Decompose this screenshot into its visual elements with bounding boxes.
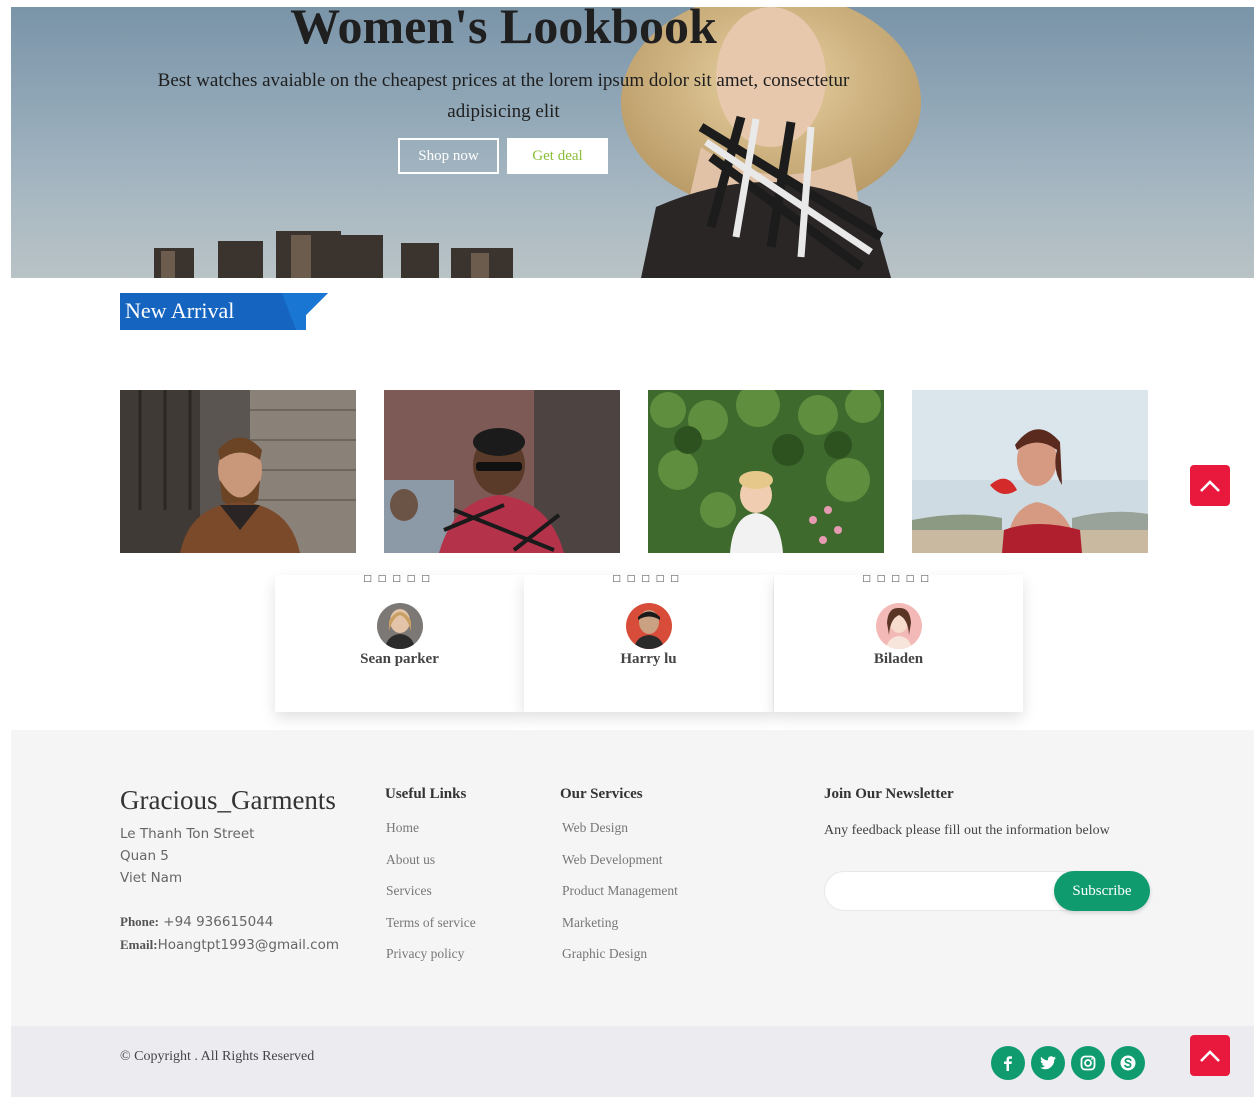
footer-link-services[interactable]: Services [386,883,432,899]
subscribe-button[interactable]: Subscribe [1054,871,1150,911]
scroll-top-button[interactable] [1190,1035,1230,1076]
product-card-1[interactable] [120,390,356,553]
email-value: Hoangtpt1993@gmail.com [157,937,340,953]
email-label: Email: [120,937,158,952]
testimonial-card-1: □□□□□ Sean parker [275,575,524,712]
product-image [120,390,356,553]
skype-button[interactable] [1111,1046,1145,1080]
address-line: Viet Nam [120,870,183,886]
product-image [648,390,884,553]
testimonial-name: Harry lu [620,651,677,667]
product-card-3[interactable] [648,390,884,553]
testimonial-card-3: □□□□□ Biladen [774,575,1023,712]
address-line: Quan 5 [120,848,169,864]
services-heading: Our Services [560,786,643,802]
hero-banner: Women's Lookbook Best watches avaiable o… [11,7,1254,278]
skype-icon [1120,1055,1136,1071]
footer-link-home[interactable]: Home [386,820,419,836]
service-link-web-dev[interactable]: Web Development [562,852,663,868]
avatar [376,603,423,649]
service-link-marketing[interactable]: Marketing [562,915,618,931]
scroll-top-button[interactable] [1190,465,1230,506]
chevron-up-icon [1200,479,1220,492]
chevron-up-icon [1200,1049,1220,1062]
twitter-icon [1040,1056,1056,1070]
rating-stars: □□□□□ [612,574,685,584]
facebook-button[interactable] [991,1046,1025,1080]
product-card-2[interactable] [384,390,620,553]
testimonials-section: □□□□□ Sean parker □□□□□ Harry lu □□□□□ B… [275,575,1023,712]
testimonial-name: Sean parker [360,651,439,667]
footer-link-privacy[interactable]: Privacy policy [386,946,464,962]
phone-line: Phone: +94 936615044 [120,914,273,930]
copyright-text: © Copyright . All Rights Reserved [120,1049,315,1064]
service-link-product-mgmt[interactable]: Product Management [562,883,678,899]
footer-bottom-bar: © Copyright . All Rights Reserved [11,1026,1254,1097]
footer: Gracious_Garments Le Thanh Ton Street Qu… [11,730,1254,1026]
product-image [912,390,1148,553]
new-arrival-label: New Arrival [125,298,235,323]
address-line: Le Thanh Ton Street [120,826,255,842]
product-card-4[interactable] [912,390,1148,553]
rating-stars: □□□□□ [862,574,935,584]
service-link-web-design[interactable]: Web Design [562,820,628,836]
phone-label: Phone: [120,914,159,929]
product-image [384,390,620,553]
newsletter-description: Any feedback please fill out the informa… [824,823,1110,838]
testimonial-card-2: □□□□□ Harry lu [524,575,773,712]
instagram-button[interactable] [1071,1046,1105,1080]
service-link-graphic-design[interactable]: Graphic Design [562,946,647,962]
useful-links-heading: Useful Links [385,786,467,802]
rating-stars: □□□□□ [363,574,436,584]
testimonial-name: Biladen [873,651,924,667]
instagram-icon [1080,1055,1096,1071]
footer-brand: Gracious_Garments [120,785,336,815]
get-deal-button[interactable]: Get deal [507,138,608,174]
facebook-icon [1004,1056,1012,1071]
footer-link-terms[interactable]: Terms of service [386,915,476,931]
twitter-button[interactable] [1031,1046,1065,1080]
newsletter-heading: Join Our Newsletter [824,786,954,802]
hero-title: Women's Lookbook [290,7,717,54]
newsletter-email-input[interactable] [825,872,1055,910]
footer-link-about[interactable]: About us [386,852,435,868]
shop-now-button[interactable]: Shop now [398,138,499,174]
email-line: Email:Hoangtpt1993@gmail.com [120,937,339,953]
hero-subtitle: Best watches avaiable on the cheapest pr… [157,70,850,122]
avatar [625,603,672,649]
new-arrival-tag: New Arrival [120,293,328,330]
phone-value: +94 936615044 [159,914,274,930]
avatar [875,603,922,649]
